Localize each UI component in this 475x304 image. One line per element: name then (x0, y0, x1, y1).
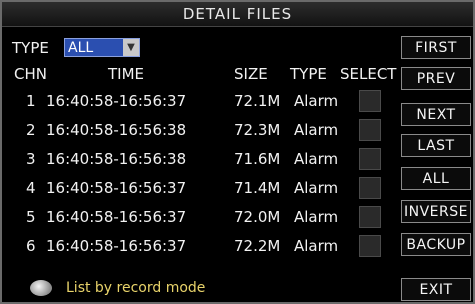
row-channel: 4 (26, 179, 36, 197)
row-time: 16:40:58-16:56:37 (46, 92, 187, 110)
status-bar: List by record mode (30, 280, 205, 296)
column-header-chn: CHN (14, 65, 47, 83)
row-select-checkbox[interactable] (359, 90, 381, 112)
table-row[interactable]: 4 16:40:58-16:56:37 71.4M Alarm (2, 177, 397, 203)
inverse-button[interactable]: INVERSE (401, 200, 471, 223)
row-select-checkbox[interactable] (359, 119, 381, 141)
row-time: 16:40:58-16:56:37 (46, 208, 187, 226)
row-size: 71.6M (234, 150, 281, 168)
row-type: Alarm (294, 121, 339, 139)
row-size: 72.2M (234, 237, 281, 255)
type-filter-value: ALL (68, 39, 94, 56)
row-size: 71.4M (234, 179, 281, 197)
window-title: DETAIL FILES (2, 2, 473, 27)
row-select-checkbox[interactable] (359, 235, 381, 257)
next-button[interactable]: NEXT (401, 103, 471, 126)
row-select-checkbox[interactable] (359, 177, 381, 199)
type-filter-dropdown[interactable]: ALL ▼ (64, 38, 140, 57)
table-row[interactable]: 3 16:40:58-16:56:38 71.6M Alarm (2, 148, 397, 174)
table-row[interactable]: 1 16:40:58-16:56:37 72.1M Alarm (2, 90, 397, 116)
type-filter-row: TYPE ALL ▼ (12, 38, 140, 57)
row-type: Alarm (294, 150, 339, 168)
row-size: 72.1M (234, 92, 281, 110)
row-channel: 1 (26, 92, 36, 110)
last-button[interactable]: LAST (401, 134, 471, 157)
row-size: 72.3M (234, 121, 281, 139)
row-time: 16:40:58-16:56:38 (46, 150, 187, 168)
column-header-type: TYPE (290, 65, 327, 83)
column-header-time: TIME (108, 65, 145, 83)
column-header-select: SELECT (340, 65, 397, 83)
row-time: 16:40:58-16:56:38 (46, 121, 187, 139)
row-type: Alarm (294, 179, 339, 197)
detail-files-window: DETAIL FILES TYPE ALL ▼ CHN TIME SIZE TY… (0, 0, 475, 304)
row-time: 16:40:58-16:56:37 (46, 179, 187, 197)
row-channel: 2 (26, 121, 36, 139)
chevron-down-icon[interactable]: ▼ (123, 39, 139, 56)
type-filter-label: TYPE (12, 38, 49, 57)
column-header-size: SIZE (234, 65, 268, 83)
row-time: 16:40:58-16:56:37 (46, 237, 187, 255)
row-channel: 5 (26, 208, 36, 226)
row-type: Alarm (294, 208, 339, 226)
row-select-checkbox[interactable] (359, 206, 381, 228)
table-row[interactable]: 6 16:40:58-16:56:37 72.2M Alarm (2, 235, 397, 261)
row-channel: 3 (26, 150, 36, 168)
table-row[interactable]: 2 16:40:58-16:56:38 72.3M Alarm (2, 119, 397, 145)
backup-button[interactable]: BACKUP (401, 233, 471, 256)
exit-button[interactable]: EXIT (401, 278, 471, 301)
row-channel: 6 (26, 237, 36, 255)
all-button[interactable]: ALL (401, 167, 471, 190)
row-type: Alarm (294, 92, 339, 110)
speech-bubble-icon (30, 280, 52, 296)
first-button[interactable]: FIRST (401, 36, 471, 59)
row-select-checkbox[interactable] (359, 148, 381, 170)
table-row[interactable]: 5 16:40:58-16:56:37 72.0M Alarm (2, 206, 397, 232)
status-text: List by record mode (66, 280, 206, 296)
prev-button[interactable]: PREV (401, 67, 471, 90)
row-size: 72.0M (234, 208, 281, 226)
row-type: Alarm (294, 237, 339, 255)
